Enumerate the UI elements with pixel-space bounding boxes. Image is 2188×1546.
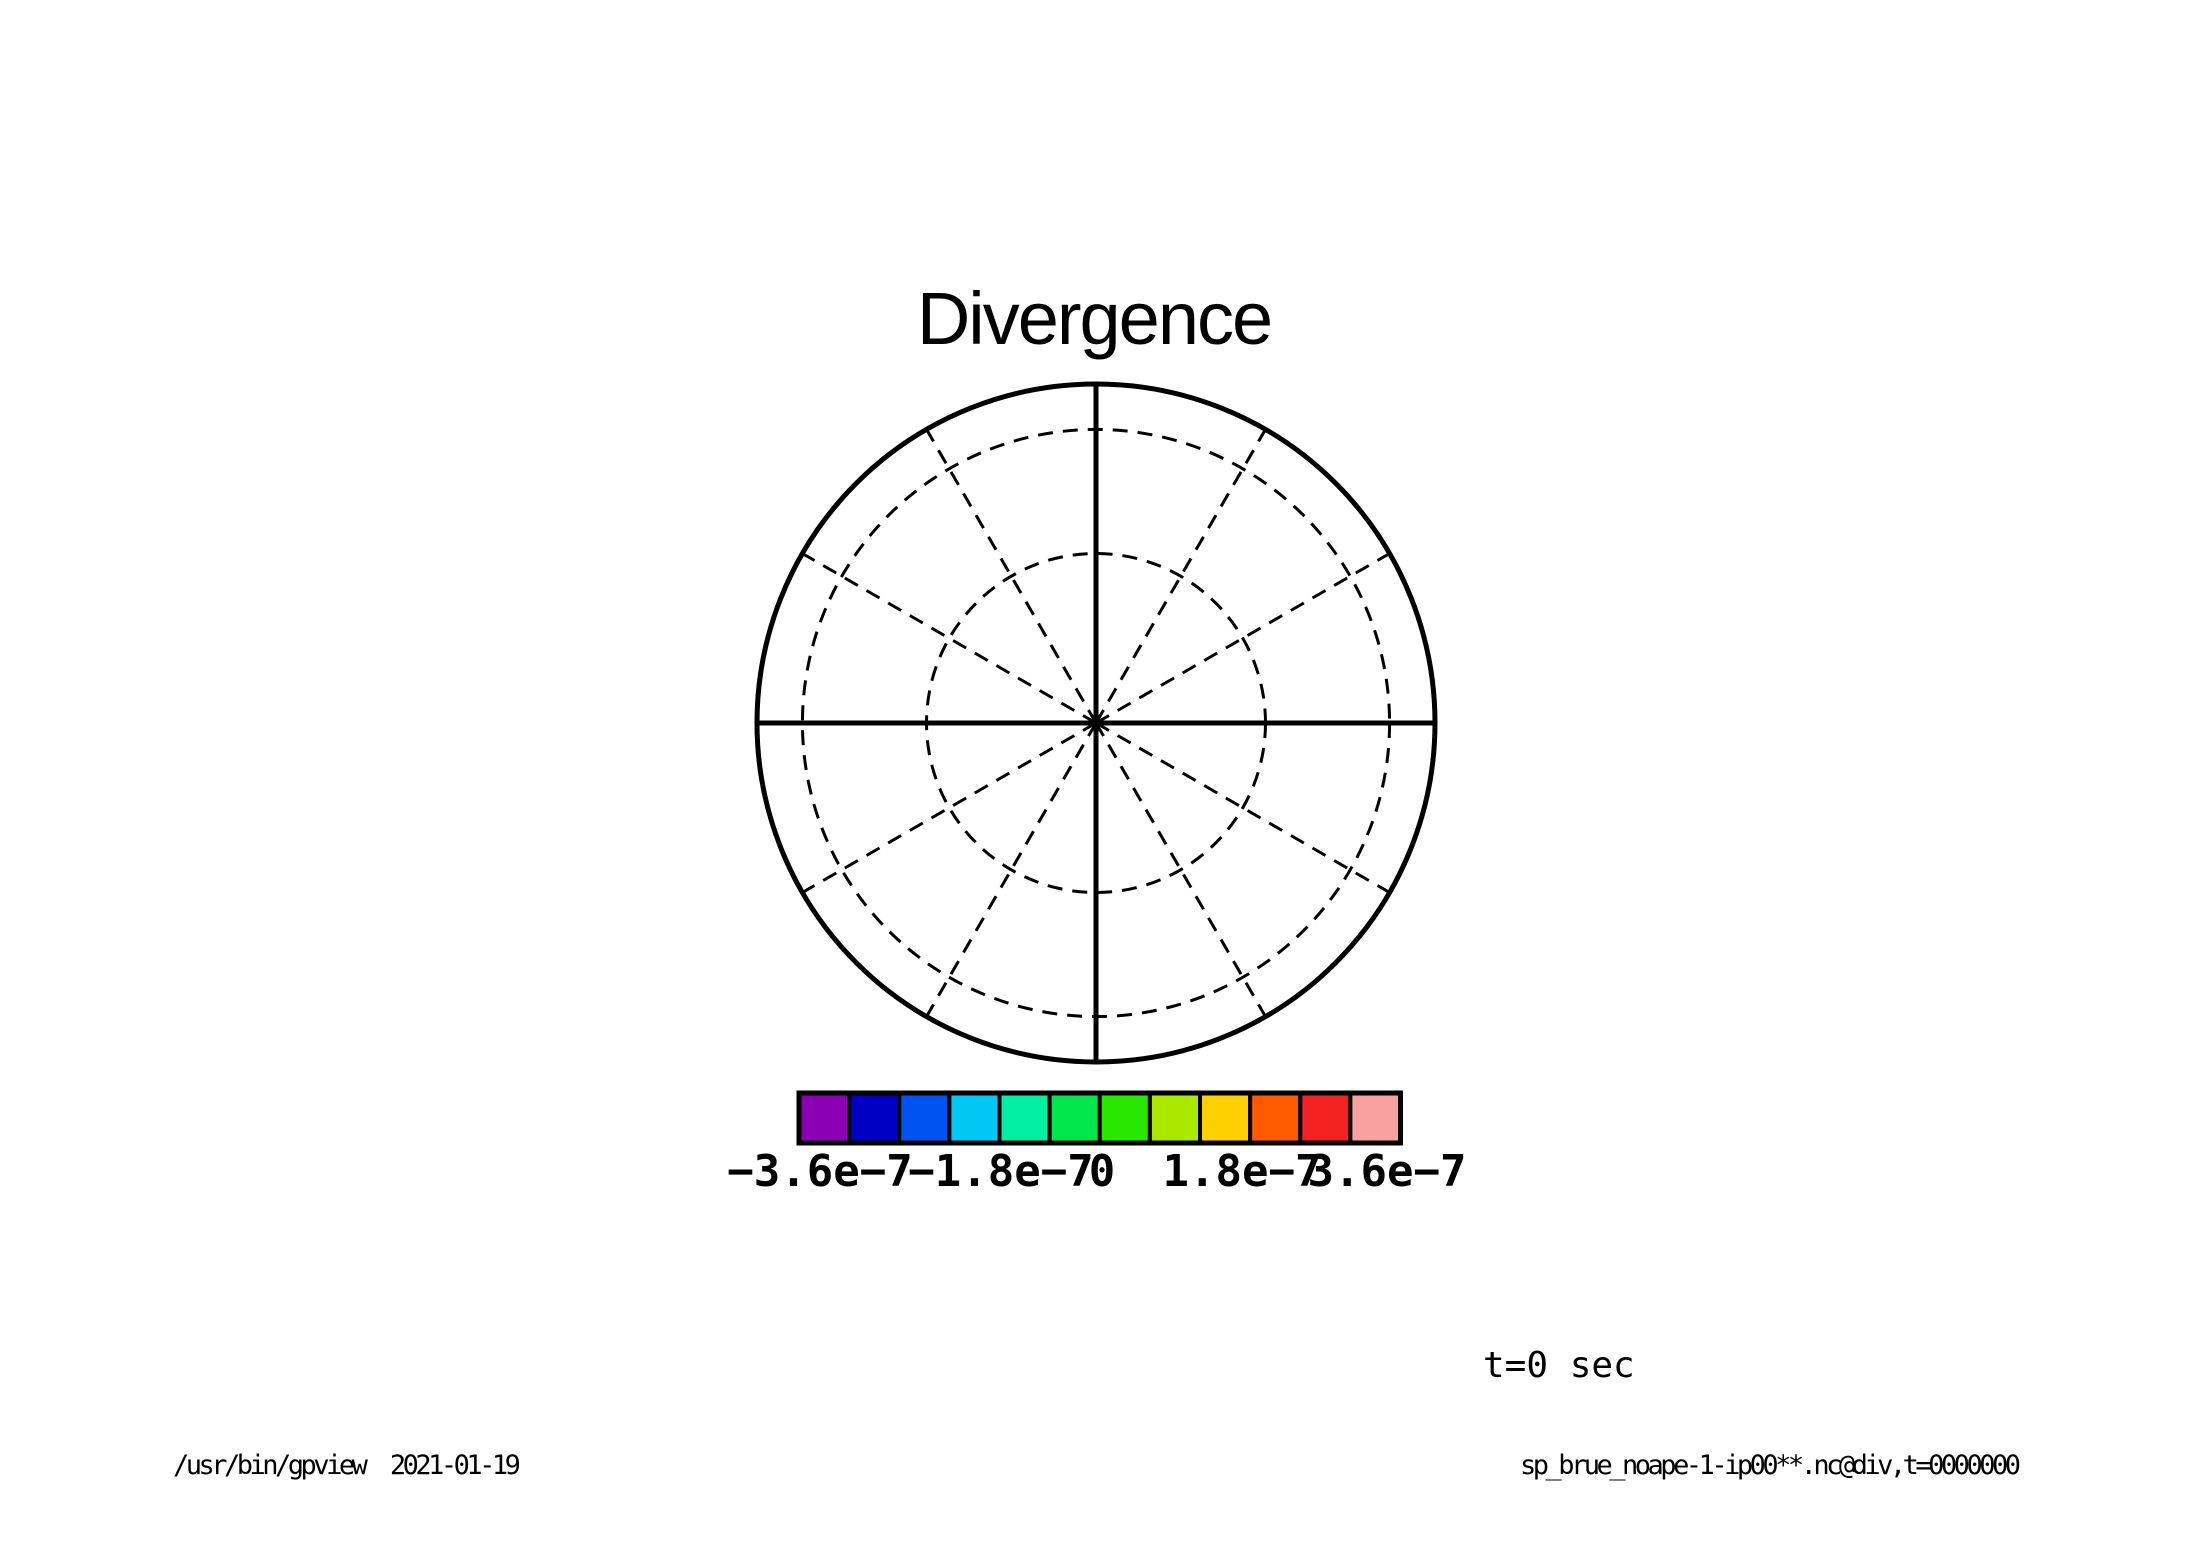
- map-grid: [757, 384, 1435, 1062]
- colorbar-tick-label: 0: [1089, 1150, 1116, 1194]
- colorbar-tick-label: −1.8e−7: [908, 1150, 1093, 1194]
- polar-plot-canvas: [0, 0, 2188, 1546]
- colorbar-tick-label: 3.6e−7: [1308, 1150, 1467, 1194]
- colorbar-cell: [1350, 1093, 1400, 1143]
- gpview-plot-page: Divergence −3.6e−7−1.8e−701.8e−73.6e−7 t…: [0, 0, 2188, 1546]
- colorbar-cell: [1200, 1093, 1250, 1143]
- footer-source-text: sp_brue_noape-1-ip00**.nc@div,t=0000000: [1520, 1452, 2017, 1479]
- colorbar-cell: [899, 1093, 949, 1143]
- meridian-line: [802, 723, 1096, 893]
- colorbar: [799, 1093, 1401, 1143]
- footer-command-text: /usr/bin/gpview 2021-01-19: [173, 1452, 517, 1479]
- colorbar-cell: [1250, 1093, 1300, 1143]
- colorbar-cell: [799, 1093, 849, 1143]
- colorbar-cell: [1300, 1093, 1350, 1143]
- colorbar-cell: [1050, 1093, 1100, 1143]
- colorbar-tick-label: −3.6e−7: [727, 1150, 912, 1194]
- colorbar-cell: [949, 1093, 999, 1143]
- colorbar-cell: [1000, 1093, 1050, 1143]
- meridian-line: [802, 554, 1096, 724]
- time-label: t=0 sec: [1483, 1348, 1635, 1384]
- colorbar-tick-label: 1.8e−7: [1163, 1150, 1322, 1194]
- colorbar-cell: [849, 1093, 899, 1143]
- colorbar-cell: [1150, 1093, 1200, 1143]
- colorbar-cell: [1100, 1093, 1150, 1143]
